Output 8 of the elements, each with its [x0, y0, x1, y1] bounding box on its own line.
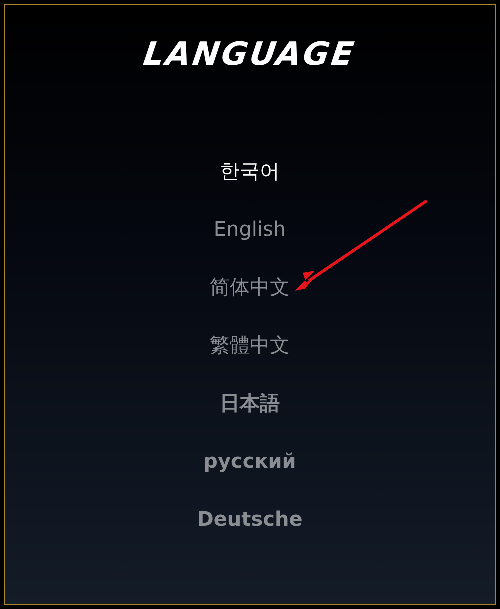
language-option[interactable]: русский — [204, 443, 296, 479]
language-option[interactable]: Deutsche — [197, 501, 303, 537]
language-option[interactable]: 繁體中文 — [210, 327, 290, 363]
language-option[interactable]: 日本語 — [220, 385, 280, 421]
screen-title: LANGUAGE — [142, 35, 358, 73]
language-option[interactable]: 简体中文 — [210, 269, 290, 305]
language-option[interactable]: 한국어 — [220, 153, 280, 189]
language-option[interactable]: English — [214, 211, 286, 247]
